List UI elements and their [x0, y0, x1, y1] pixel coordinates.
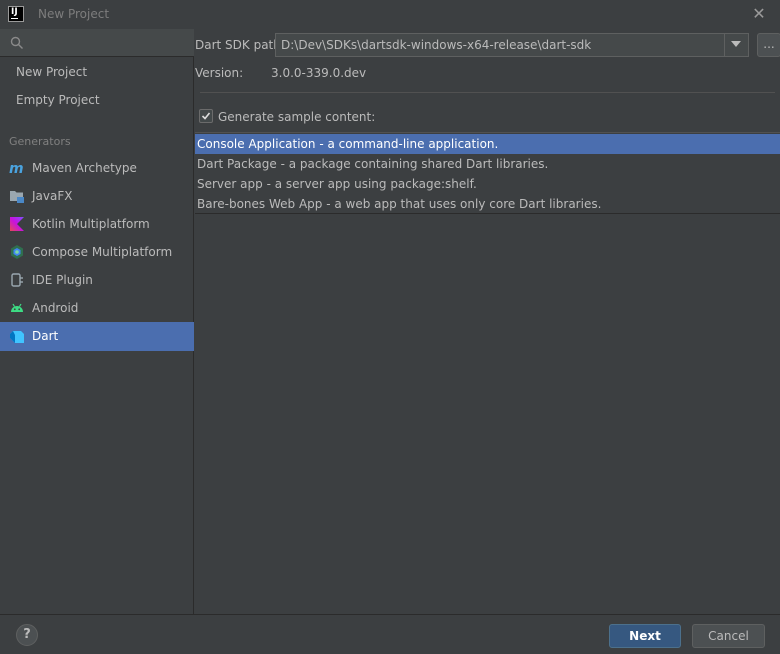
window-title: New Project [38, 7, 110, 21]
generator-label: Dart [32, 329, 59, 343]
sidebar: New Project Empty Project Generators m M… [0, 29, 194, 614]
close-icon[interactable]: ✕ [751, 6, 767, 22]
version-label: Version: [195, 66, 244, 80]
generator-label: Android [32, 301, 79, 315]
help-button[interactable]: ? [16, 624, 38, 646]
sidebar-item-empty-project[interactable]: Empty Project [0, 86, 194, 114]
dart-sdk-path-value: D:\Dev\SDKs\dartsdk-windows-x64-release\… [281, 38, 592, 52]
sidebar-item-new-project[interactable]: New Project [0, 58, 194, 86]
generators-section-label: Generators [9, 135, 71, 148]
kotlin-icon [10, 217, 24, 231]
main-panel: Dart SDK path: D:\Dev\SDKs\dartsdk-windo… [195, 29, 780, 614]
search-icon [10, 36, 23, 49]
template-bare-bones-web-app[interactable]: Bare-bones Web App - a web app that uses… [195, 194, 780, 214]
svg-text:m: m [9, 161, 24, 176]
version-value: 3.0.0-339.0.dev [271, 66, 367, 80]
android-icon [11, 303, 23, 312]
next-button[interactable]: Next [609, 624, 681, 648]
search-bar [0, 29, 194, 57]
generator-label: Kotlin Multiplatform [32, 217, 150, 231]
javafx-folder-icon [10, 191, 24, 203]
generator-compose-multiplatform[interactable]: Compose Multiplatform [0, 238, 194, 266]
dialog-footer: ? Next Cancel [0, 614, 780, 654]
chevron-down-icon [731, 41, 741, 47]
dart-icon [10, 331, 24, 343]
template-console-application[interactable]: Console Application - a command-line app… [195, 134, 780, 154]
generator-javafx[interactable]: JavaFX [0, 182, 194, 210]
checkmark-icon [201, 112, 211, 120]
generator-label: Compose Multiplatform [32, 245, 173, 259]
generator-kotlin-multiplatform[interactable]: Kotlin Multiplatform [0, 210, 194, 238]
generator-android[interactable]: Android [0, 294, 194, 322]
template-dart-package[interactable]: Dart Package - a package containing shar… [195, 154, 780, 174]
generate-sample-checkbox[interactable] [199, 109, 213, 123]
sdk-dropdown-button[interactable] [724, 34, 748, 56]
generator-label: Maven Archetype [32, 161, 137, 175]
search-input[interactable] [28, 33, 188, 53]
generator-dart[interactable]: Dart [0, 322, 194, 351]
generator-label: JavaFX [32, 189, 73, 203]
template-server-app[interactable]: Server app - a server app using package:… [195, 174, 780, 194]
generator-ide-plugin[interactable]: IDE Plugin [0, 266, 194, 294]
sidebar-item-label: New Project [16, 65, 88, 79]
divider [200, 92, 775, 93]
maven-icon: m [9, 161, 24, 176]
logo-text: IJ [11, 7, 18, 17]
dart-sdk-path-label: Dart SDK path: [195, 38, 285, 52]
template-list: Console Application - a command-line app… [195, 132, 780, 214]
generate-sample-label: Generate sample content: [218, 110, 376, 124]
dart-sdk-path-combobox[interactable]: D:\Dev\SDKs\dartsdk-windows-x64-release\… [275, 33, 749, 57]
generator-maven-archetype[interactable]: m Maven Archetype [0, 154, 194, 182]
plugin-icon [11, 273, 23, 287]
browse-sdk-button[interactable]: ... [757, 33, 780, 57]
sidebar-item-label: Empty Project [16, 93, 100, 107]
cancel-button[interactable]: Cancel [692, 624, 765, 648]
generator-label: IDE Plugin [32, 273, 93, 287]
compose-icon [11, 245, 23, 259]
intellij-logo-icon: IJ [8, 6, 24, 22]
title-bar: IJ New Project ✕ [0, 0, 780, 29]
